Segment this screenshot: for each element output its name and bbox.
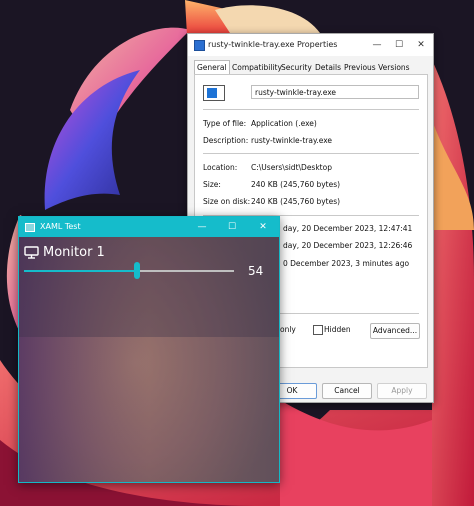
hidden-checkbox[interactable] — [313, 325, 323, 335]
slider-thumb[interactable] — [134, 262, 141, 279]
file-name-field[interactable]: rusty-twinkle-tray.exe — [251, 85, 419, 99]
modified-value: day, 20 December 2023, 12:26:46 — [283, 241, 413, 250]
properties-title: rusty-twinkle-tray.exe Properties — [208, 40, 338, 49]
maximize-button[interactable]: ☐ — [388, 34, 410, 56]
brightness-value: 54 — [248, 264, 264, 278]
monitor-icon — [24, 246, 39, 259]
tab-general[interactable]: General — [194, 60, 230, 75]
minimize-button[interactable]: — — [366, 34, 388, 56]
advanced-button[interactable]: Advanced... — [370, 323, 420, 339]
divider — [203, 153, 419, 154]
close-button[interactable]: ✕ — [248, 217, 278, 237]
tab-compatibility[interactable]: Compatibility — [230, 62, 284, 74]
size-on-disk-label: Size on disk: — [203, 197, 251, 206]
type-value: Application (.exe) — [251, 119, 317, 128]
cancel-button[interactable]: Cancel — [322, 383, 372, 399]
divider — [203, 109, 419, 110]
size-label: Size: — [203, 180, 221, 189]
size-value: 240 KB (245,760 bytes) — [251, 180, 341, 189]
monitor-label: Monitor 1 — [43, 245, 105, 260]
description-value: rusty-twinkle-tray.exe — [251, 136, 333, 145]
app-window-icon — [25, 223, 35, 232]
size-on-disk-value: 240 KB (245,760 bytes) — [251, 197, 341, 206]
location-label: Location: — [203, 163, 238, 172]
brightness-slider[interactable] — [24, 262, 234, 279]
xaml-titlebar[interactable]: XAML Test — ☐ ✕ — [19, 217, 279, 237]
close-button[interactable]: ✕ — [410, 34, 432, 56]
type-label: Type of file: — [203, 119, 247, 128]
apply-button[interactable]: Apply — [377, 383, 427, 399]
xaml-title: XAML Test — [40, 222, 81, 231]
tab-previous-versions[interactable]: Previous Versions — [342, 62, 412, 74]
hidden-label: Hidden — [324, 325, 351, 334]
tab-security[interactable]: Security — [279, 62, 314, 74]
accessed-value: 0 December 2023, 3 minutes ago — [283, 259, 410, 268]
file-properties-icon — [194, 40, 205, 51]
tab-details[interactable]: Details — [313, 62, 343, 74]
properties-titlebar[interactable]: rusty-twinkle-tray.exe Properties — ☐ ✕ — [188, 34, 433, 56]
xaml-test-window: XAML Test — ☐ ✕ Monitor 1 54 — [18, 216, 280, 483]
description-label: Description: — [203, 136, 249, 145]
minimize-button[interactable]: — — [187, 217, 217, 237]
exe-file-icon — [203, 85, 225, 101]
maximize-button[interactable]: ☐ — [217, 217, 247, 237]
slider-fill — [24, 270, 138, 272]
location-value: C:\Users\sidt\Desktop — [251, 163, 332, 172]
created-value: day, 20 December 2023, 12:47:41 — [283, 224, 413, 233]
readonly-label: only — [280, 325, 296, 334]
